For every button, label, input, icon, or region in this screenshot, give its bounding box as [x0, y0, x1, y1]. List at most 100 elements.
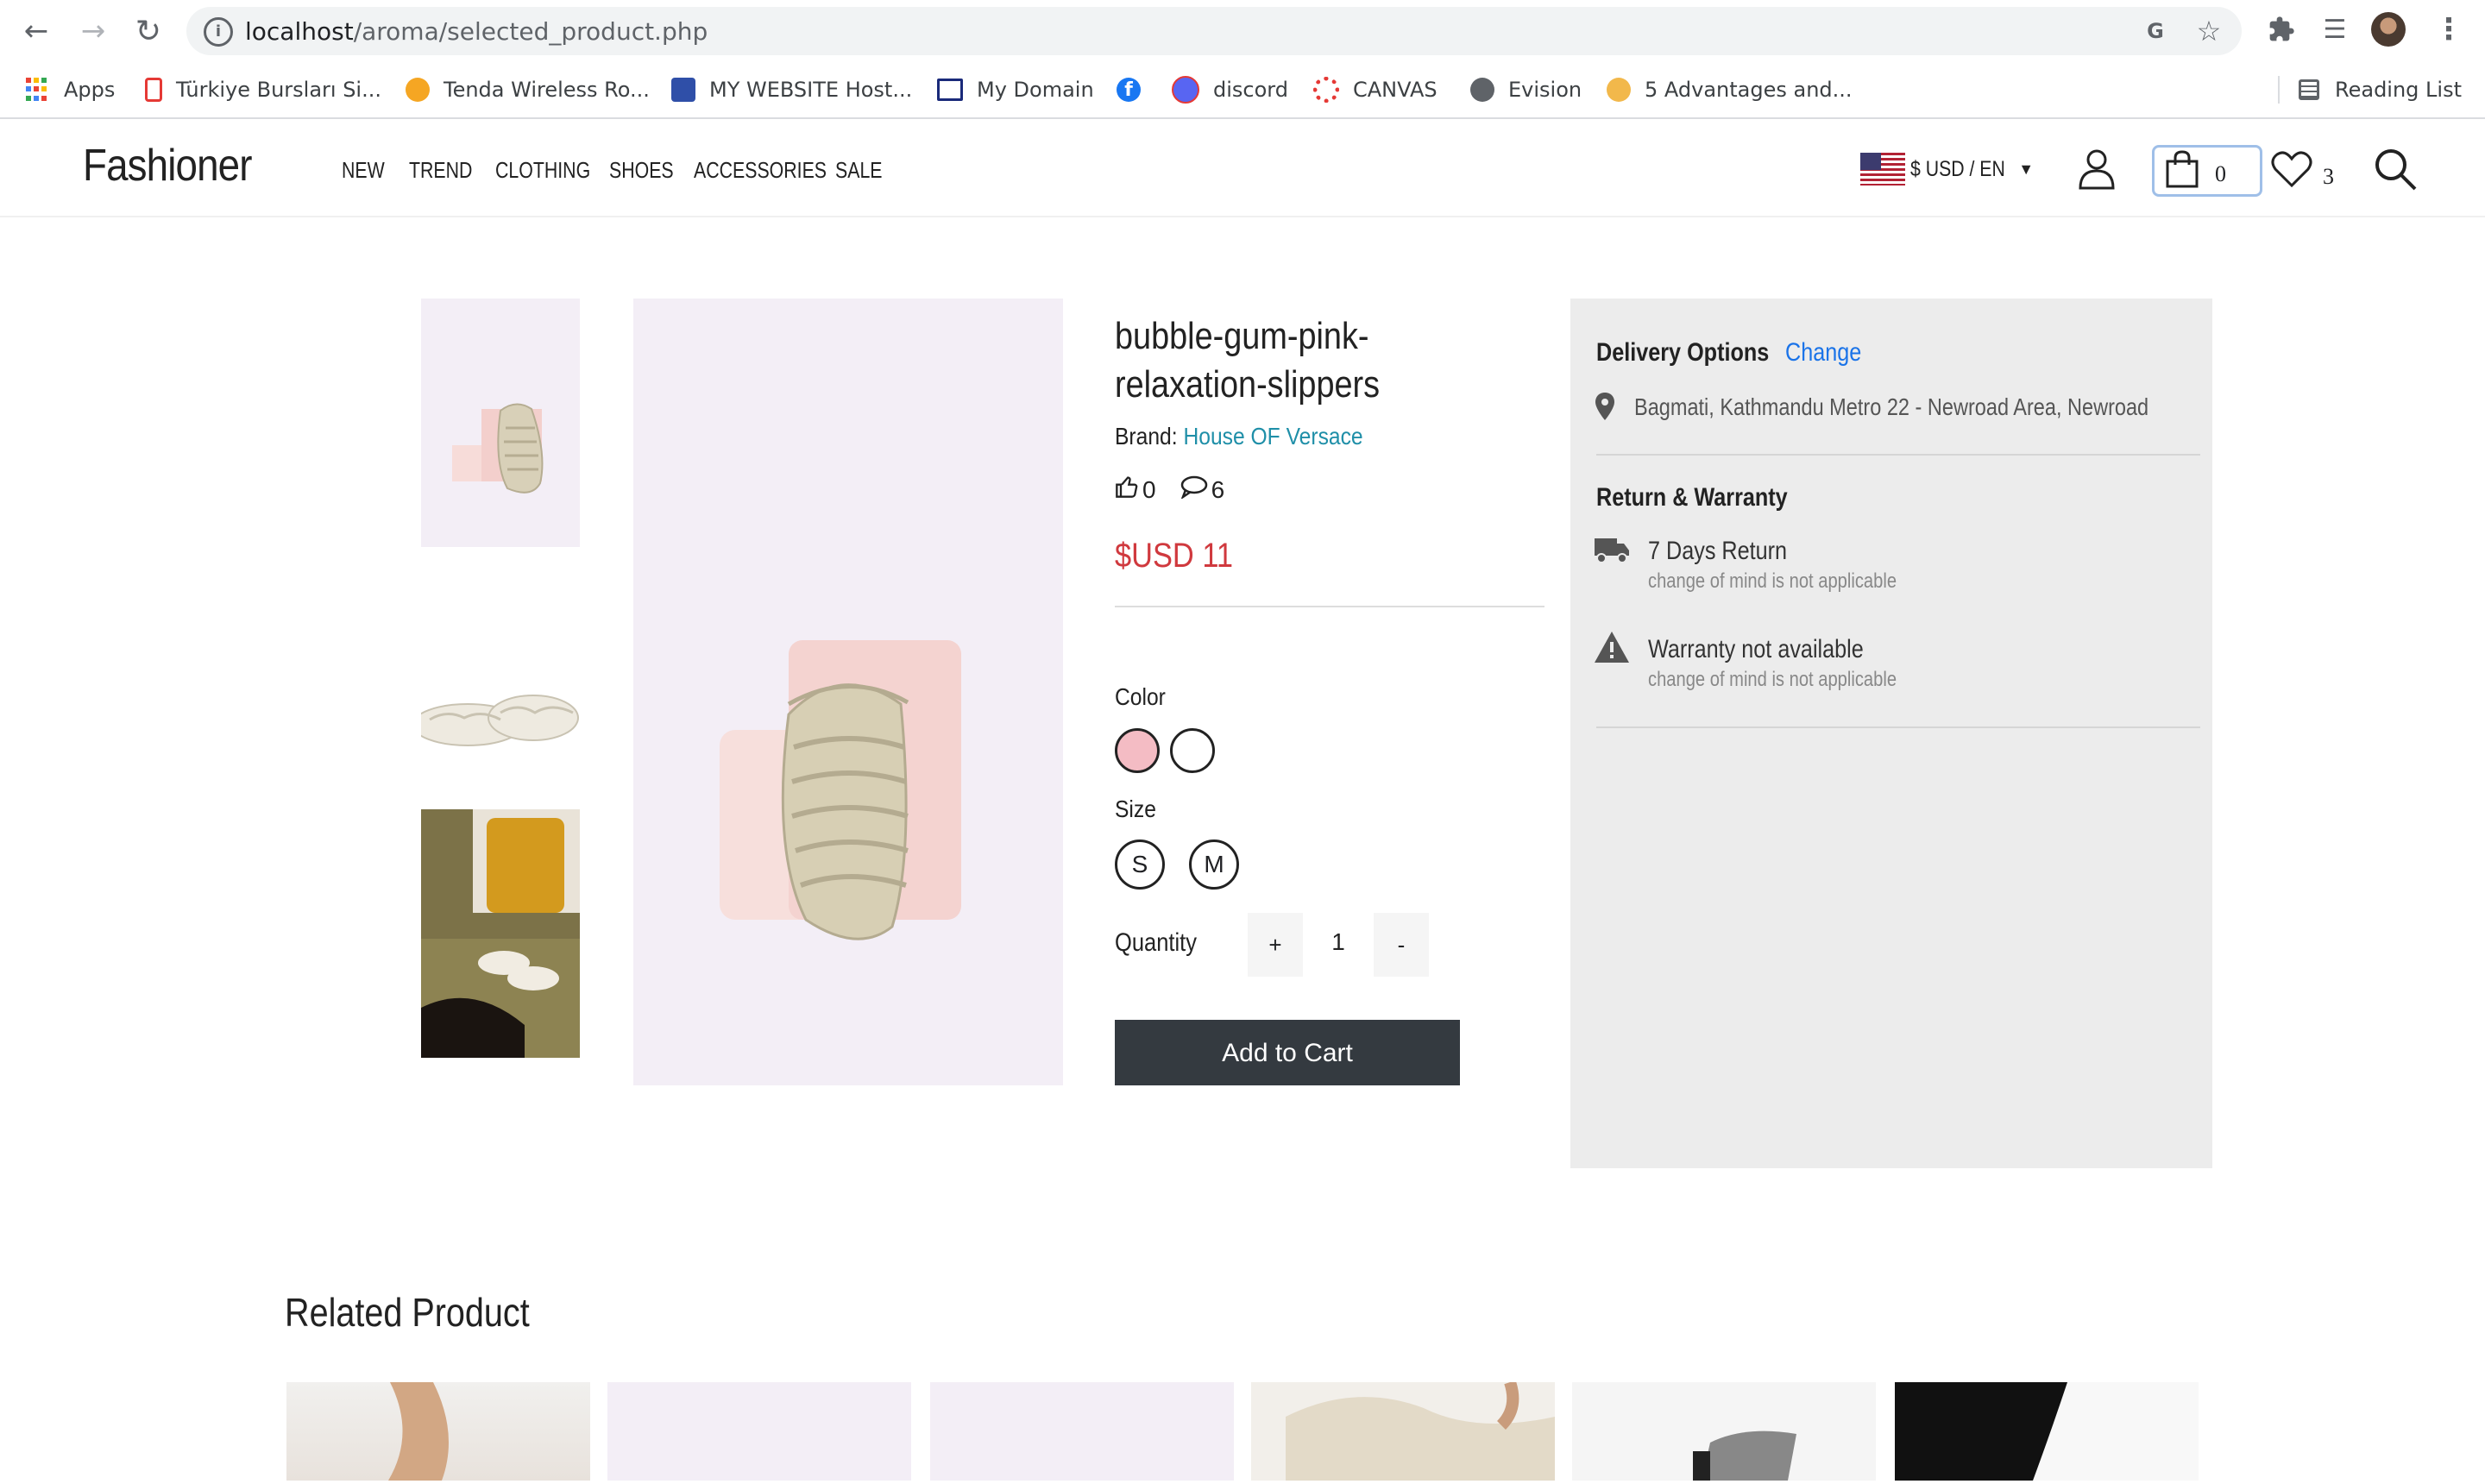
related-product-card[interactable] [930, 1382, 1234, 1481]
tb-favicon-icon [145, 78, 162, 102]
reading-list-button[interactable]: Reading List [2299, 72, 2462, 107]
us-flag-icon [1860, 153, 1905, 186]
return-warranty-title: Return & Warranty [1596, 483, 1788, 512]
user-icon[interactable] [2078, 148, 2116, 193]
warning-icon [1593, 630, 1631, 668]
bookmark-evision[interactable]: Evision [1470, 72, 1582, 107]
bookmark-my-domain[interactable]: My Domain [937, 72, 1094, 107]
bookmark-turkiye-burslari[interactable]: Türkiye Bursları Si... [145, 72, 381, 107]
menu-dots-icon[interactable]: ⋮ [2432, 12, 2466, 47]
cart-count: 0 [2215, 161, 2226, 186]
bookmark-tenda[interactable]: Tenda Wireless Ro... [406, 72, 650, 107]
bookmark-label: Türkiye Bursları Si... [176, 78, 381, 102]
main-product-image[interactable] [633, 299, 1063, 1085]
product-price: $USD 11 [1115, 537, 1234, 575]
slipper-image-icon [720, 640, 961, 940]
size-label: Size [1115, 795, 1156, 822]
delivery-address: Bagmati, Kathmandu Metro 22 - Newroad Ar… [1634, 393, 2149, 420]
panel-divider [1596, 454, 2200, 456]
back-icon[interactable]: ← [17, 12, 55, 50]
color-swatch-white[interactable] [1170, 728, 1215, 773]
likes-count: 0 [1142, 475, 1156, 503]
cart-button[interactable]: 0 [2152, 145, 2262, 197]
tenda-favicon-icon [406, 78, 430, 102]
nav-sale[interactable]: SALE [835, 157, 883, 184]
nav-clothing[interactable]: CLOTHING [495, 157, 590, 184]
product-thumbnail[interactable] [421, 809, 580, 1058]
delivery-panel: Delivery Options Change Bagmati, Kathman… [1570, 299, 2212, 1168]
forward-icon[interactable]: → [74, 12, 112, 50]
globe-icon [1470, 78, 1494, 102]
product-image-icon [1286, 1380, 1555, 1481]
slipper-image-icon [452, 403, 544, 494]
bookmark-label: Apps [64, 78, 116, 102]
translate-icon[interactable]: G [2138, 14, 2173, 48]
related-product-card[interactable] [1572, 1382, 1876, 1481]
bookmark-apps[interactable]: Apps [26, 72, 115, 107]
bookmark-label: Evision [1508, 78, 1582, 102]
bookmark-label: 5 Advantages and... [1645, 78, 1853, 102]
bookmark-facebook[interactable]: f [1117, 72, 1141, 107]
nav-trend[interactable]: TREND [409, 157, 472, 184]
heart-icon[interactable] [2271, 150, 2312, 192]
product-image-icon [1895, 1382, 2067, 1481]
url-host: localhost [245, 17, 354, 46]
related-product-card[interactable] [286, 1382, 590, 1481]
warranty-status: Warranty not available [1648, 635, 1864, 663]
nav-shoes[interactable]: SHOES [609, 157, 674, 184]
change-address-link[interactable]: Change [1785, 338, 1861, 367]
bookmark-divider [2278, 76, 2280, 104]
quantity-minus-button[interactable]: - [1374, 913, 1429, 977]
price-divider [1115, 606, 1544, 607]
return-policy-note: change of mind is not applicable [1648, 569, 1897, 593]
apps-grid-icon [26, 78, 50, 102]
color-swatch-pink[interactable] [1115, 728, 1160, 773]
media-control-icon[interactable]: ☰ [2318, 12, 2352, 47]
search-icon[interactable] [2373, 147, 2418, 195]
related-product-card[interactable] [1895, 1382, 2199, 1481]
bookmark-canvas[interactable]: CANVAS [1313, 72, 1438, 107]
bookmarks-bar: Apps Türkiye Bursları Si... Tenda Wirele… [0, 67, 2485, 112]
product-thumbnail[interactable] [421, 299, 580, 547]
quantity-value[interactable]: 1 [1310, 928, 1367, 956]
comment-icon[interactable] [1180, 475, 1208, 505]
return-policy: 7 Days Return [1648, 537, 1788, 565]
reading-list-label: Reading List [2335, 78, 2462, 102]
reload-icon[interactable]: ↻ [129, 12, 167, 50]
engagement-row: 0 6 [1115, 475, 1224, 505]
profile-avatar[interactable] [2371, 12, 2406, 47]
advantages-favicon-icon [1607, 78, 1631, 102]
product-image-icon [1693, 1431, 1796, 1481]
bookmark-label: My Domain [977, 78, 1094, 102]
url-text[interactable]: localhost/aroma/selected_product.php [245, 17, 708, 46]
thumbs-up-icon[interactable] [1115, 475, 1139, 505]
related-product-title: Related Product [285, 1290, 530, 1335]
wishlist-count: 3 [2323, 164, 2334, 189]
browser-chrome: ← → ↻ i localhost/aroma/selected_product… [0, 0, 2485, 119]
canvas-favicon-icon [1313, 77, 1339, 103]
quantity-plus-button[interactable]: + [1248, 913, 1303, 977]
add-to-cart-button[interactable]: Add to Cart [1115, 1020, 1460, 1085]
truck-icon [1593, 535, 1631, 568]
related-product-card[interactable] [607, 1382, 911, 1481]
site-info-icon[interactable]: i [204, 17, 233, 47]
bookmark-5-advantages[interactable]: 5 Advantages and... [1607, 72, 1853, 107]
size-option-s[interactable]: S [1115, 839, 1165, 890]
currency-selector[interactable]: $ USD / EN ▼ [1860, 152, 2034, 186]
star-icon[interactable]: ☆ [2192, 14, 2226, 48]
bookmark-label: CANVAS [1353, 78, 1438, 102]
address-bar[interactable]: i localhost/aroma/selected_product.php G… [186, 7, 2242, 55]
bookmark-my-website[interactable]: MY WEBSITE Host... [671, 72, 912, 107]
product-thumbnail[interactable] [412, 630, 580, 785]
nav-new[interactable]: NEW [342, 157, 385, 184]
bookmark-discord[interactable]: discord [1172, 72, 1288, 107]
extensions-icon[interactable] [2264, 12, 2299, 47]
brand-link[interactable]: House OF Versace [1183, 423, 1362, 450]
nav-accessories[interactable]: ACCESSORIES [694, 157, 827, 184]
warranty-note: change of mind is not applicable [1648, 668, 1897, 691]
site-logo[interactable]: Fashioner [83, 140, 252, 192]
size-option-m[interactable]: M [1189, 839, 1239, 890]
host-favicon-icon [671, 78, 695, 102]
related-product-card[interactable] [1251, 1380, 1555, 1481]
brand-row: Brand: House OF Versace [1115, 423, 1363, 450]
